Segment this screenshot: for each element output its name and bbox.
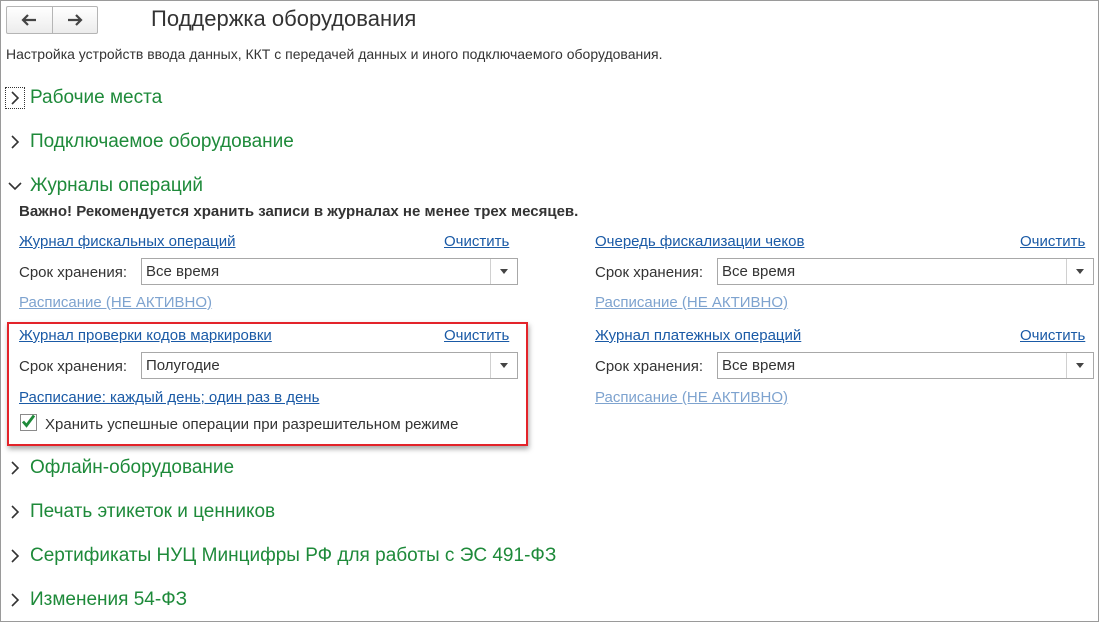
section-equipment[interactable]: Подключаемое оборудование [6, 131, 294, 153]
chevron-right-icon [5, 87, 25, 109]
section-label: Сертификаты НУЦ Минцифры РФ для работы с… [30, 545, 557, 566]
back-button[interactable] [7, 7, 52, 33]
marking-schedule-link[interactable]: Расписание: каждый день; один раз в день [19, 389, 319, 406]
select-value: Все время [722, 357, 796, 374]
section-label: Печать этикеток и ценников [30, 501, 276, 522]
page-title: Поддержка оборудования [151, 6, 417, 31]
queue-journal-link[interactable]: Очередь фискализации чеков [595, 233, 804, 250]
dropdown-arrow-icon [1076, 269, 1084, 274]
fiscal-retention-select[interactable]: Все время [141, 258, 518, 285]
chevron-right-icon [6, 132, 24, 152]
select-value: Полугодие [146, 357, 220, 374]
fiscal-journal-link[interactable]: Журнал фискальных операций [19, 233, 236, 250]
section-label-printing[interactable]: Печать этикеток и ценников [6, 501, 275, 523]
chevron-right-icon [6, 590, 24, 610]
queue-schedule-link[interactable]: Расписание (НЕ АКТИВНО) [595, 294, 788, 311]
section-label: Журналы операций [30, 175, 203, 196]
page-subtitle: Настройка устройств ввода данных, ККТ с … [6, 46, 663, 62]
dropdown-arrow-icon [1076, 363, 1084, 368]
queue-clear-link[interactable]: Очистить [1020, 233, 1085, 250]
checkmark-icon [21, 414, 36, 428]
marking-retention-select[interactable]: Полугодие [141, 352, 518, 379]
chevron-right-icon [6, 458, 24, 478]
fiscal-clear-link[interactable]: Очистить [444, 233, 509, 250]
dropdown-button[interactable] [490, 259, 517, 284]
retention-label: Срок хранения: [19, 358, 128, 375]
section-offline-equipment[interactable]: Офлайн-оборудование [6, 457, 234, 479]
chevron-right-icon [6, 502, 24, 522]
section-label: Изменения 54-ФЗ [30, 589, 188, 610]
select-value: Все время [722, 263, 796, 280]
retention-label: Срок хранения: [595, 264, 704, 281]
section-label: Офлайн-оборудование [30, 457, 235, 478]
arrow-right-icon [67, 14, 83, 26]
marking-clear-link[interactable]: Очистить [444, 327, 509, 344]
retention-warning: Важно! Рекомендуется хранить записи в жу… [19, 203, 579, 220]
section-journals[interactable]: Журналы операций [6, 175, 203, 197]
payments-clear-link[interactable]: Очистить [1020, 327, 1085, 344]
section-label: Рабочие места [30, 87, 163, 108]
retention-label: Срок хранения: [19, 264, 128, 281]
retention-label: Срок хранения: [595, 358, 704, 375]
payments-journal-link[interactable]: Журнал платежных операций [595, 327, 801, 344]
window-frame [0, 0, 1099, 622]
dropdown-button[interactable] [1066, 353, 1093, 378]
forward-button[interactable] [51, 7, 98, 33]
select-value: Все время [146, 263, 220, 280]
section-workplaces[interactable]: Рабочие места [5, 87, 163, 109]
chevron-down-icon [6, 176, 24, 196]
section-54fz-changes[interactable]: Изменения 54-ФЗ [6, 589, 187, 611]
dropdown-arrow-icon [500, 363, 508, 368]
section-certificates[interactable]: Сертификаты НУЦ Минцифры РФ для работы с… [6, 545, 556, 567]
section-label: Подключаемое оборудование [30, 131, 294, 152]
chevron-right-icon [6, 546, 24, 566]
store-successful-checkbox[interactable] [20, 414, 37, 431]
dropdown-arrow-icon [500, 269, 508, 274]
dropdown-button[interactable] [1066, 259, 1093, 284]
queue-retention-select[interactable]: Все время [717, 258, 1094, 285]
dropdown-button[interactable] [490, 353, 517, 378]
fiscal-schedule-link[interactable]: Расписание (НЕ АКТИВНО) [19, 294, 212, 311]
store-successful-label: Хранить успешные операции при разрешител… [45, 416, 459, 433]
arrow-left-icon [21, 14, 37, 26]
payments-retention-select[interactable]: Все время [717, 352, 1094, 379]
navigation-buttons [6, 6, 98, 34]
payments-schedule-link[interactable]: Расписание (НЕ АКТИВНО) [595, 389, 788, 406]
marking-journal-link[interactable]: Журнал проверки кодов маркировки [19, 327, 272, 344]
